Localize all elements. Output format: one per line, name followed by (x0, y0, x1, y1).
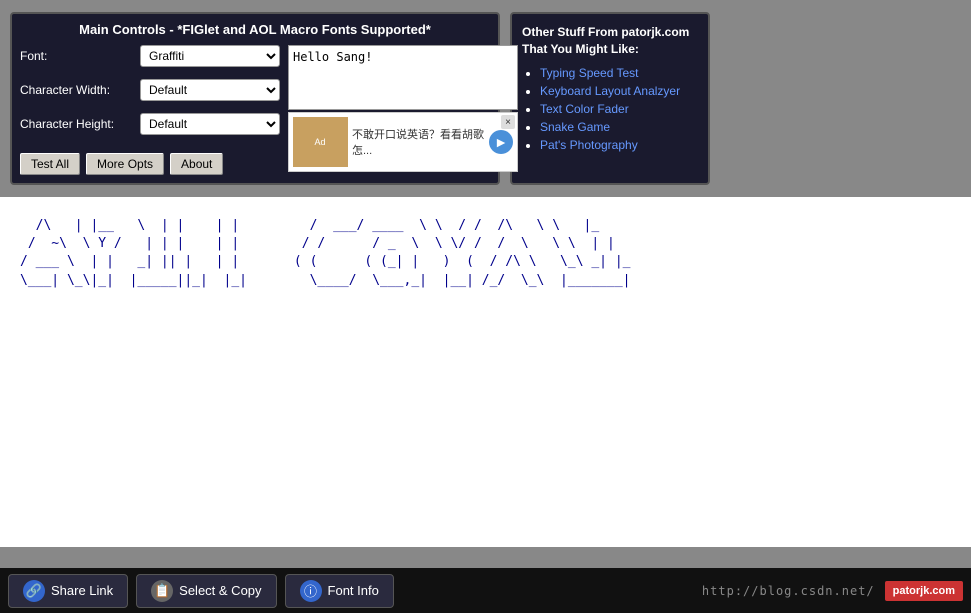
font-info-icon: ⓘ (300, 580, 322, 602)
char-width-select[interactable]: Default Smush Full Fit (140, 79, 280, 101)
ad-close-button[interactable]: × (501, 115, 515, 129)
char-height-select[interactable]: Default Smush Full Fit (140, 113, 280, 135)
footer: 🔗 Share Link 📋 Select & Copy ⓘ Font Info… (0, 568, 971, 613)
share-link-icon: 🔗 (23, 580, 45, 602)
select-copy-icon: 📋 (151, 580, 173, 602)
sidebar-link-text-color[interactable]: Text Color Fader (540, 102, 629, 116)
right-sidebar: Other Stuff From patorjk.com That You Mi… (510, 12, 710, 185)
footer-url: http://blog.csdn.net/ (394, 584, 885, 598)
main-controls-panel: Main Controls - *FIGlet and AOL Macro Fo… (10, 12, 500, 185)
font-info-button[interactable]: ⓘ Font Info (285, 574, 394, 608)
sidebar-link-photography[interactable]: Pat's Photography (540, 138, 638, 152)
list-item: Text Color Fader (540, 102, 698, 116)
svg-text:Ad: Ad (314, 137, 325, 147)
ad-image: Ad (293, 117, 348, 167)
sidebar-link-keyboard-layout[interactable]: Keyboard Layout Analzyer (540, 84, 680, 98)
ad-area: × Ad 不敢开口说英语？看看胡歌怎... ► (288, 112, 518, 172)
more-opts-button[interactable]: More Opts (86, 153, 164, 175)
sidebar-link-typing-speed[interactable]: Typing Speed Test (540, 66, 639, 80)
font-info-label: Font Info (328, 583, 379, 598)
font-select[interactable]: Graffiti Standard Banner Block Bubble Di… (140, 45, 280, 67)
share-link-button[interactable]: 🔗 Share Link (8, 574, 128, 608)
share-link-label: Share Link (51, 583, 113, 598)
output-area: /\ | |__ \ | | | | / ___/ ____ \ \ / / /… (0, 197, 971, 547)
list-item: Snake Game (540, 120, 698, 134)
footer-logo: patorjk.com (885, 581, 963, 601)
test-all-button[interactable]: Test All (20, 153, 80, 175)
main-controls-title: Main Controls - *FIGlet and AOL Macro Fo… (20, 22, 490, 37)
list-item: Pat's Photography (540, 138, 698, 152)
char-height-label: Character Height: (20, 117, 140, 131)
text-input[interactable]: Hello Sang! (289, 46, 517, 106)
ad-text: 不敢开口说英语？看看胡歌怎... (352, 126, 485, 158)
text-output-area: Hello Sang! (288, 45, 518, 110)
ad-arrow-icon[interactable]: ► (489, 130, 513, 154)
sidebar-links: Typing Speed Test Keyboard Layout Analzy… (522, 66, 698, 152)
sidebar-title: Other Stuff From patorjk.com That You Mi… (522, 24, 698, 58)
select-copy-button[interactable]: 📋 Select & Copy (136, 574, 276, 608)
about-button[interactable]: About (170, 153, 223, 175)
font-label: Font: (20, 49, 140, 63)
char-width-label: Character Width: (20, 83, 140, 97)
sidebar-link-snake-game[interactable]: Snake Game (540, 120, 610, 134)
select-copy-label: Select & Copy (179, 583, 261, 598)
ascii-art-output: /\ | |__ \ | | | | / ___/ ____ \ \ / / /… (20, 217, 630, 290)
list-item: Typing Speed Test (540, 66, 698, 80)
list-item: Keyboard Layout Analzyer (540, 84, 698, 98)
